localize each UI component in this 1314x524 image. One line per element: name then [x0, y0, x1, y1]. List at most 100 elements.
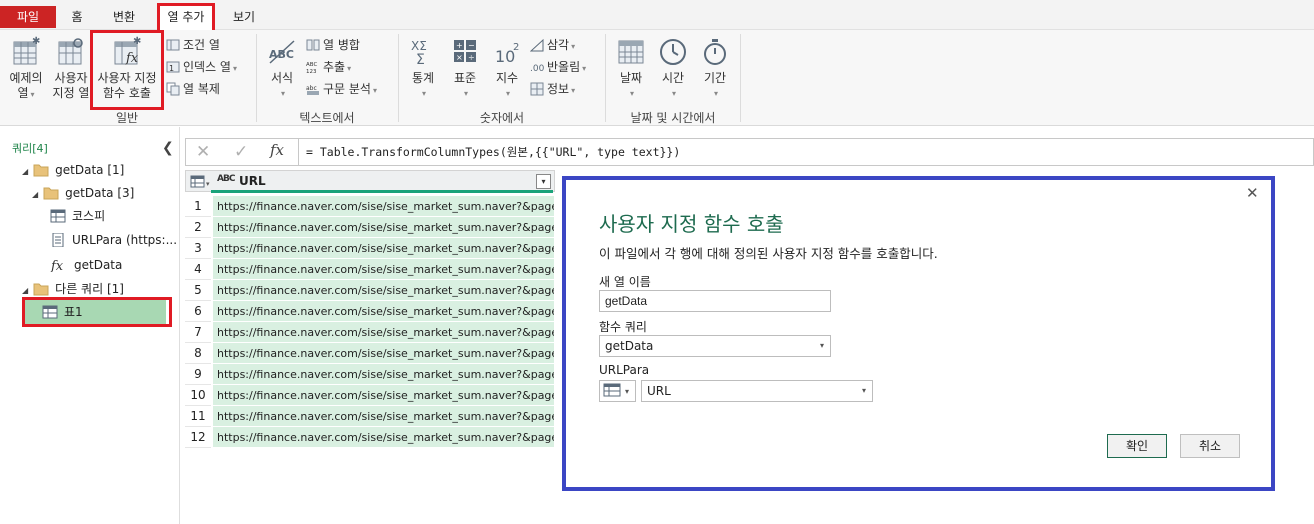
conditional-column-icon [166, 39, 180, 51]
query-item-urlpara[interactable]: URLPara (https:... [50, 229, 177, 251]
column-header-url[interactable]: URL [239, 174, 266, 188]
group-label-datetime: 날짜 및 시간에서 [630, 111, 716, 125]
urlpara-column-select[interactable]: URL ▾ [641, 380, 873, 402]
column-quality-bar [211, 190, 553, 193]
table-cell-url[interactable]: https://finance.naver.com/sise/sise_mark… [213, 385, 554, 406]
row-number[interactable]: 12 [185, 427, 211, 448]
trigonometry-button[interactable]: 삼각 ▾ [530, 36, 575, 54]
sigma-icon: XΣΣ [411, 39, 427, 68]
info-table-icon [530, 82, 544, 96]
formula-separator [298, 139, 299, 165]
custom-column-label-2: 지정 열 [52, 86, 90, 100]
extract-button[interactable]: ABC 123 추출 ▾ [306, 58, 351, 76]
group-separator [256, 34, 257, 122]
row-number[interactable]: 4 [185, 259, 211, 280]
close-icon[interactable]: ✕ [1246, 184, 1259, 202]
tab-home[interactable]: 홈 [60, 5, 94, 30]
table-cell-url[interactable]: https://finance.naver.com/sise/sise_mark… [213, 217, 554, 238]
stopwatch-icon [704, 39, 726, 65]
text-type-icon[interactable]: ABC [217, 174, 235, 184]
svg-text:−: − [468, 41, 475, 50]
function-icon: fx [50, 259, 64, 274]
tab-transform[interactable]: 변환 [100, 5, 148, 30]
table-menu-icon[interactable]: ▾ [190, 175, 212, 189]
param-type-select[interactable]: ▾ [599, 380, 636, 402]
urlpara-column-value: URL [647, 384, 671, 398]
column-filter-button[interactable]: ▾ [536, 174, 551, 189]
column-from-examples-button[interactable]: ✱ 예제의 열 ▾ [4, 36, 48, 102]
function-query-label: 함수 쿼리 [599, 320, 647, 334]
row-number[interactable]: 5 [185, 280, 211, 301]
table-cell-url[interactable]: https://finance.naver.com/sise/sise_mark… [213, 364, 554, 385]
query-group-getdata-3[interactable]: ◢ getData [3] [32, 182, 134, 204]
query-item-kospi[interactable]: 코스피 [50, 205, 105, 227]
table-cell-url[interactable]: https://finance.naver.com/sise/sise_mark… [213, 280, 554, 301]
row-number[interactable]: 1 [185, 196, 211, 217]
tab-file[interactable]: 파일 [0, 6, 56, 28]
format-button[interactable]: ABC 서식 ▾ [262, 36, 302, 101]
cancel-formula-icon[interactable]: ✕ [196, 142, 210, 162]
scientific-button[interactable]: 10 2 지수 ▾ [488, 36, 526, 101]
svg-text:123: 123 [306, 69, 317, 74]
collapse-panel-icon[interactable]: ❮ [162, 137, 174, 159]
folder-icon [33, 164, 49, 177]
ok-button[interactable]: 확인 [1107, 434, 1167, 458]
table-cell-url[interactable]: https://finance.naver.com/sise/sise_mark… [213, 259, 554, 280]
group-separator [740, 34, 741, 122]
custom-column-button[interactable]: 사용자 지정 열 [50, 36, 92, 101]
table-cell-url[interactable]: https://finance.naver.com/sise/sise_mark… [213, 196, 554, 217]
row-number[interactable]: 3 [185, 238, 211, 259]
table-cell-url[interactable]: https://finance.naver.com/sise/sise_mark… [213, 406, 554, 427]
chevron-down-icon: ▾ [819, 341, 824, 350]
date-button[interactable]: 날짜 ▾ [612, 36, 650, 101]
group-label-general: 일반 [115, 111, 139, 125]
clock-icon [660, 39, 686, 65]
information-button[interactable]: 정보 ▾ [530, 80, 575, 98]
format-label: 서식 [270, 71, 294, 85]
table-cell-url[interactable]: https://finance.naver.com/sise/sise_mark… [213, 343, 554, 364]
new-column-name-input[interactable] [599, 290, 831, 312]
duplicate-column-button[interactable]: 열 복제 [166, 80, 220, 98]
table-cell-url[interactable]: https://finance.naver.com/sise/sise_mark… [213, 427, 554, 448]
parse-button[interactable]: abc 구문 분석 ▾ [306, 80, 377, 98]
index-column-button[interactable]: 1 인덱스 열 ▾ [166, 58, 237, 76]
tab-view[interactable]: 보기 [222, 5, 266, 30]
row-number[interactable]: 11 [185, 406, 211, 427]
conditional-column-button[interactable]: 조건 열 [166, 36, 220, 54]
row-number[interactable]: 2 [185, 217, 211, 238]
table-cell-url[interactable]: https://finance.naver.com/sise/sise_mark… [213, 322, 554, 343]
menu-bar: 파일 홈 변환 열 추가 보기 [0, 0, 1314, 30]
calendar-icon [618, 40, 644, 64]
duration-button[interactable]: 기간 ▾ [696, 36, 734, 101]
row-number[interactable]: 8 [185, 343, 211, 364]
expand-triangle-icon: ◢ [32, 190, 39, 199]
svg-text:▾: ▾ [206, 180, 210, 188]
new-column-name-label: 새 열 이름 [599, 275, 651, 289]
row-number[interactable]: 9 [185, 364, 211, 385]
row-number[interactable]: 10 [185, 385, 211, 406]
ribbon: ✱ 예제의 열 ▾ 사용자 지정 열 fx ✱ 사용자 지정 함수 호출 조건 열… [0, 30, 1314, 126]
standard-button[interactable]: + − × ÷ 표준 ▾ [446, 36, 484, 101]
query-group-getdata-1[interactable]: ◢ getData [1] [22, 159, 124, 181]
tab-add-column[interactable]: 열 추가 [157, 3, 215, 30]
function-icon[interactable]: fx [270, 141, 284, 159]
rounding-button[interactable]: .00 반올림 ▾ [530, 58, 586, 76]
merge-columns-button[interactable]: 열 병합 [306, 36, 360, 54]
extract-icon: ABC123 [306, 62, 317, 74]
table-cell-url[interactable]: https://finance.naver.com/sise/sise_mark… [213, 301, 554, 322]
scientific-dropdown-arrow: ▾ [505, 89, 510, 98]
table-cell-url[interactable]: https://finance.naver.com/sise/sise_mark… [213, 238, 554, 259]
cancel-button[interactable]: 취소 [1180, 434, 1240, 458]
svg-text:fx: fx [50, 259, 64, 272]
row-number[interactable]: 6 [185, 301, 211, 322]
statistics-label: 통계 [411, 71, 435, 85]
function-query-select[interactable]: getData ▾ [599, 335, 831, 357]
time-button[interactable]: 시간 ▾ [654, 36, 692, 101]
formula-text[interactable]: = Table.TransformColumnTypes(원본,{{"URL",… [306, 144, 680, 160]
statistics-button[interactable]: XΣ Σ 통계 ▾ [404, 36, 442, 101]
triangle-icon [530, 38, 544, 52]
row-number[interactable]: 7 [185, 322, 211, 343]
confirm-formula-icon[interactable]: ✓ [234, 142, 248, 162]
dialog-title: 사용자 지정 함수 호출 [599, 212, 784, 236]
query-item-getdata-function[interactable]: fx getData [50, 254, 122, 276]
